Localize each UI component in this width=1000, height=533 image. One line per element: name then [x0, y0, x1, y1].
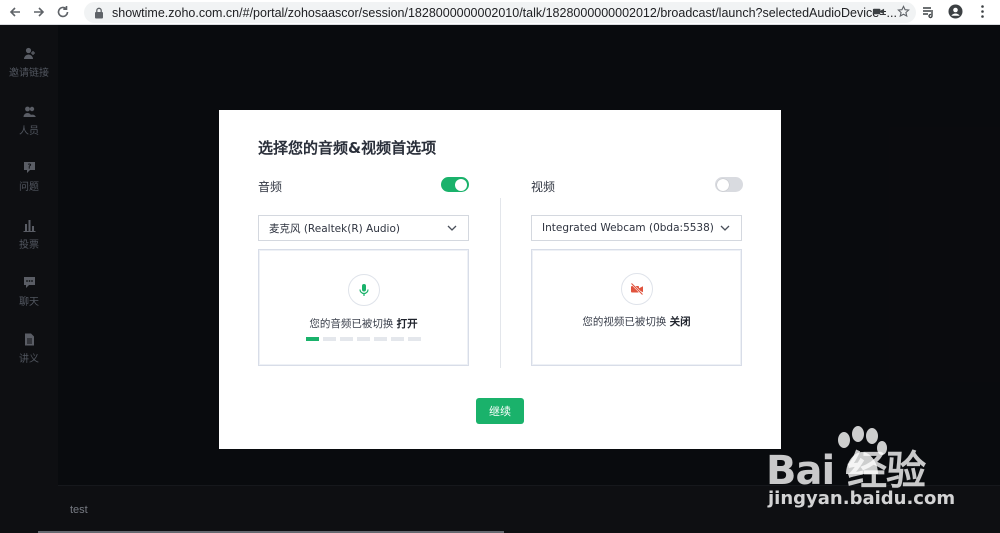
audio-toggle[interactable]: [441, 177, 469, 192]
audio-device-select[interactable]: 麦克风 (Realtek(R) Audio): [258, 215, 469, 241]
video-status-value: 关闭: [669, 316, 691, 328]
section-divider: [500, 198, 501, 368]
microphone-icon: [359, 284, 369, 296]
audio-preview-panel: 您的音频已被切换 打开: [258, 249, 469, 366]
video-device-select[interactable]: Integrated Webcam (0bda:5538): [531, 215, 742, 241]
video-label: 视频: [531, 180, 556, 194]
baidu-jingyan-watermark: Bai 经验 jingyan.baidu.com: [760, 426, 992, 516]
browser-right-icons: [921, 4, 990, 19]
camera-off-icon: [630, 282, 644, 296]
mic-icon-circle: [348, 274, 380, 306]
level-bar: [391, 337, 404, 341]
audio-label: 音频: [258, 180, 283, 194]
url-text: showtime.zoho.com.cn/#/portal/zohosaasco…: [112, 6, 897, 20]
continue-button[interactable]: 继续: [476, 398, 524, 424]
chevron-down-icon: [720, 225, 730, 231]
toggle-knob: [717, 178, 729, 191]
dialog-title: 选择您的音频&视频首选项: [258, 139, 437, 157]
panel-inner-border: [532, 250, 741, 365]
address-bar-actions: [872, 5, 910, 18]
watermark-site: jingyan.baidu.com: [768, 488, 956, 509]
reload-icon: [57, 6, 69, 18]
toggle-knob: [455, 178, 467, 191]
level-bar: [306, 337, 319, 341]
camera-icon-circle: [621, 273, 653, 305]
media-control-icon[interactable]: [921, 4, 936, 19]
level-bar: [408, 337, 421, 341]
video-toggle[interactable]: [715, 177, 743, 192]
camera-icon[interactable]: [872, 5, 885, 18]
video-device-value: Integrated Webcam (0bda:5538): [542, 222, 714, 234]
url-path: /#/portal/zohosaascor/session/1828000000…: [239, 5, 897, 20]
forward-button[interactable]: [30, 3, 48, 21]
reload-button[interactable]: [54, 3, 72, 21]
video-status-prefix: 您的视频已被切换: [582, 316, 667, 328]
more-menu-icon[interactable]: [975, 4, 990, 19]
video-status-text: 您的视频已被切换 关闭: [532, 314, 741, 329]
account-icon[interactable]: [948, 4, 963, 19]
video-preview-panel: 您的视频已被切换 关闭: [531, 249, 742, 366]
star-icon[interactable]: [897, 5, 910, 18]
back-button[interactable]: [6, 3, 24, 21]
level-bar: [357, 337, 370, 341]
level-bar: [323, 337, 336, 341]
audio-status-prefix: 您的音频已被切换: [309, 318, 394, 330]
audio-device-value: 麦克风 (Realtek(R) Audio): [269, 222, 400, 235]
chevron-down-icon: [447, 225, 457, 231]
address-bar[interactable]: showtime.zoho.com.cn/#/portal/zohosaasco…: [84, 2, 916, 23]
arrow-right-icon: [34, 7, 45, 17]
lock-icon: [95, 7, 103, 18]
level-bar: [374, 337, 387, 341]
panel-inner-border: [259, 250, 468, 365]
url-host: showtime.zoho.com.cn: [112, 5, 240, 20]
av-preference-dialog: 选择您的音频&视频首选项 音频 麦克风 (Realtek(R) Audio) 您…: [219, 110, 781, 449]
audio-status-value: 打开: [396, 318, 418, 330]
browser-toolbar: showtime.zoho.com.cn/#/portal/zohosaasco…: [0, 0, 1000, 25]
audio-status-text: 您的音频已被切换 打开: [259, 316, 468, 331]
level-bar: [340, 337, 353, 341]
arrow-left-icon: [9, 7, 20, 17]
